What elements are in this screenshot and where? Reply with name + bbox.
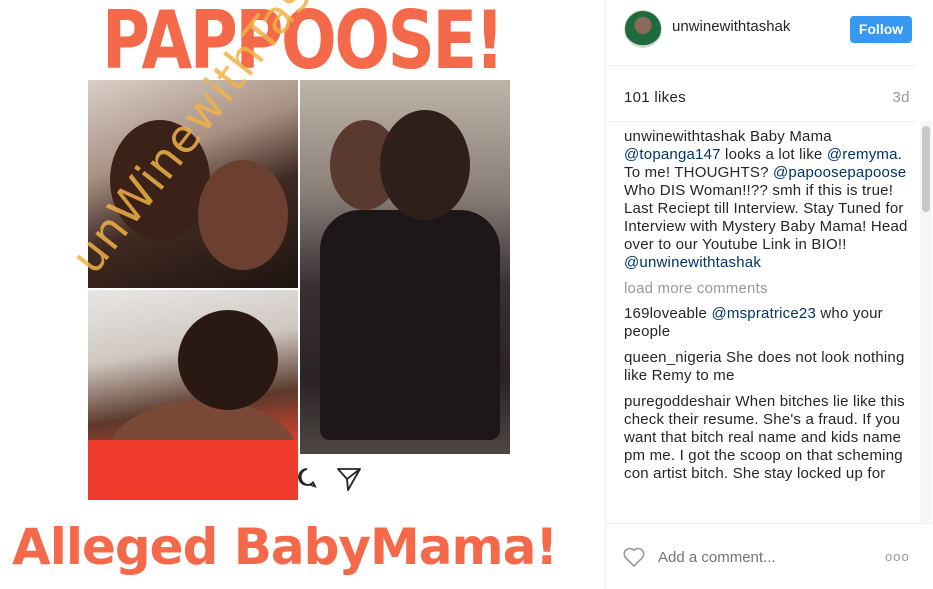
username-link[interactable]: unwinewithtashak xyxy=(672,18,790,35)
avatar[interactable] xyxy=(624,10,662,48)
photo-couple-vintage xyxy=(300,80,510,454)
load-more-comments[interactable]: load more comments xyxy=(624,280,912,298)
follow-button[interactable]: Follow xyxy=(850,16,912,43)
caption-text: Who DIS Woman!!?? smh if this is true! L… xyxy=(624,182,908,253)
post-header: unwinewithtashak Follow xyxy=(606,0,916,66)
comment-item: puregoddeshair When bitches lie like thi… xyxy=(624,393,912,483)
post-age[interactable]: 3d xyxy=(892,89,910,106)
photo-woman-red-top xyxy=(88,290,298,500)
comment-footer: ooo xyxy=(606,523,933,589)
likes-count[interactable]: 101 likes xyxy=(624,89,686,106)
scrollbar-thumb[interactable] xyxy=(922,126,930,212)
post-image[interactable]: PAPPOOSE! unWinewithTashaK Alleged BabyM… xyxy=(0,0,605,589)
comments-list[interactable]: unwinewithtashak Baby Mama @topanga147 l… xyxy=(624,128,912,520)
comment-username[interactable]: queen_nigeria xyxy=(624,349,722,366)
more-options-icon[interactable]: ooo xyxy=(885,549,910,564)
headline-top: PAPPOOSE! xyxy=(101,0,505,87)
comment-item: 169loveable @mspratrice23 who your peopl… xyxy=(624,305,912,341)
comment-username[interactable]: puregoddeshair xyxy=(624,393,731,410)
comment-icon[interactable] xyxy=(296,466,318,490)
caption: unwinewithtashak Baby Mama @topanga147 l… xyxy=(624,128,912,272)
comment-item: queen_nigeria She does not look nothing … xyxy=(624,349,912,385)
mention-link[interactable]: @papoosepapoose xyxy=(773,164,906,181)
post-side-panel: unwinewithtashak Follow 101 likes 3d unw… xyxy=(605,0,933,589)
share-icon[interactable] xyxy=(336,466,362,492)
mention-link[interactable]: @remyma xyxy=(827,146,898,163)
mention-link[interactable]: @topanga147 xyxy=(624,146,721,163)
mention-link[interactable]: @mspratrice23 xyxy=(711,305,816,322)
photo-mother-daughter xyxy=(88,80,298,288)
mention-link[interactable]: @unwinewithtashak xyxy=(624,254,761,271)
caption-text: Baby Mama xyxy=(745,128,832,145)
headline-bottom: Alleged BabyMama! xyxy=(12,518,558,576)
comments-scrollbar[interactable] xyxy=(920,122,932,522)
post-stats: 101 likes 3d xyxy=(606,66,916,122)
heart-icon[interactable] xyxy=(622,546,646,568)
photo-collage xyxy=(88,80,510,500)
caption-username[interactable]: unwinewithtashak xyxy=(624,128,746,145)
add-comment-input[interactable] xyxy=(658,549,858,566)
caption-text: looks a lot like xyxy=(720,146,827,163)
post-action-icons xyxy=(296,466,366,492)
comment-username[interactable]: 169loveable xyxy=(624,305,707,322)
